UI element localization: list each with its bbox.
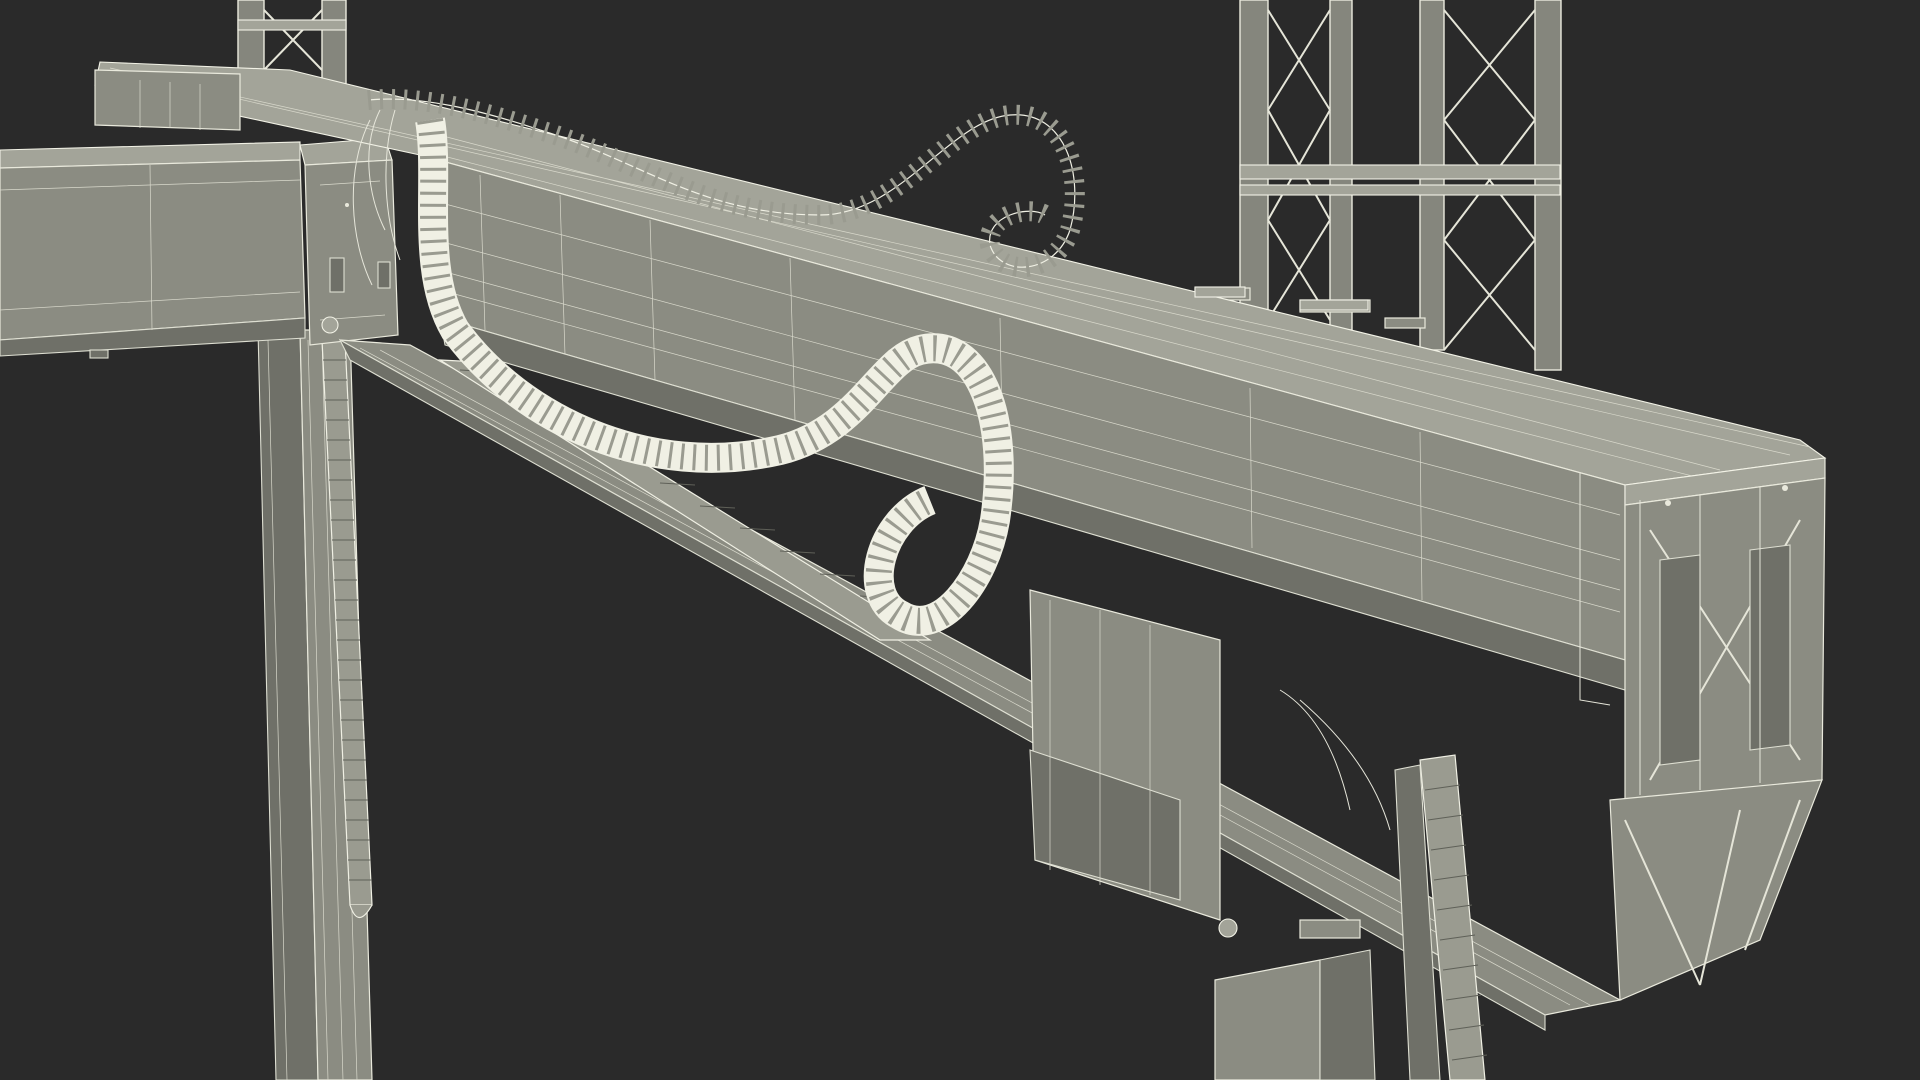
left-horizontal-beam — [0, 141, 306, 359]
carriage-block — [299, 137, 399, 346]
gantry-3d-printer-wireframe-render — [0, 0, 1920, 1080]
